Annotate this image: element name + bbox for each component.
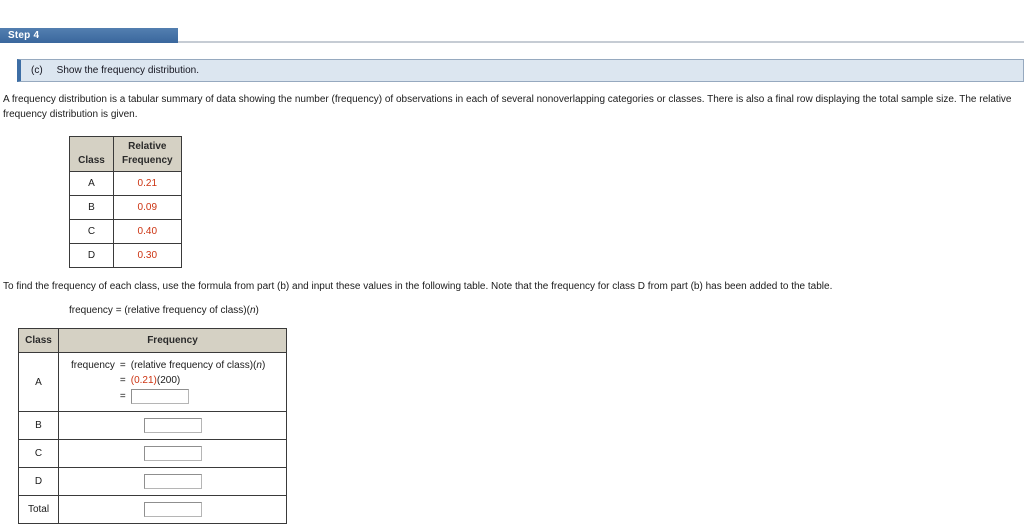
frequency-table: Class Frequency A frequency = (relative …	[18, 328, 287, 524]
freq-row-total: Total	[18, 495, 287, 524]
rf-class-a: A	[69, 171, 114, 196]
formula-lhs: frequency	[69, 305, 113, 316]
work-rhs-prefix: (relative frequency of class)(	[130, 360, 257, 371]
freq-header-class: Class	[18, 328, 59, 353]
work-equals-1: =	[119, 360, 126, 371]
freq-row-b: B	[18, 411, 287, 440]
rf-header-class: Class	[69, 136, 114, 172]
formula-rhs-suffix: )	[255, 305, 259, 316]
question-text: Show the frequency distribution.	[56, 65, 199, 76]
frequency-input-d[interactable]	[143, 474, 202, 489]
frequency-input-a[interactable]	[130, 389, 189, 404]
frequency-formula: frequency = (relative frequency of class…	[69, 304, 1024, 318]
freq-class-b: B	[18, 411, 59, 440]
work-rhs-suffix: )	[261, 360, 266, 371]
rf-class-c: C	[69, 219, 114, 244]
instruction-paragraph: To find the frequency of each class, use…	[3, 281, 833, 292]
frequency-input-b[interactable]	[143, 418, 202, 433]
formula-rhs: (relative frequency of class)(n)	[124, 305, 259, 316]
step-header: Step 4	[0, 28, 1024, 43]
work-equals-2: =	[119, 375, 126, 386]
work-lhs: frequency	[71, 360, 115, 371]
freq-work-grid: frequency = (relative frequency of class…	[71, 359, 282, 404]
work-rhs-1: (relative frequency of class)(n)	[131, 359, 266, 372]
freq-answer-cell-c	[58, 439, 287, 468]
work-red-factor: (0.21)	[130, 375, 157, 386]
freq-work-a: frequency = (relative frequency of class…	[58, 352, 287, 412]
rf-row-b: B 0.09	[69, 195, 182, 220]
freq-row-d: D	[18, 467, 287, 496]
frequency-input-c[interactable]	[143, 446, 202, 461]
rf-row-d: D 0.30	[69, 243, 182, 268]
rf-class-d: D	[69, 243, 114, 268]
rf-row-c: C 0.40	[69, 219, 182, 244]
rf-value-a: 0.21	[113, 171, 182, 196]
formula-equals: =	[115, 305, 122, 316]
work-equals-3: =	[119, 391, 126, 402]
question-part-label: (c)	[31, 65, 43, 76]
step-label: Step 4	[0, 28, 178, 43]
rf-value-c: 0.40	[113, 219, 182, 244]
freq-answer-cell-total	[58, 495, 287, 524]
freq-header-row: Class Frequency	[18, 328, 287, 353]
freq-class-d: D	[18, 467, 59, 496]
work-black-factor: (200)	[156, 375, 181, 386]
freq-row-c: C	[18, 439, 287, 468]
freq-header-frequency: Frequency	[58, 328, 287, 353]
intro-paragraph: A frequency distribution is a tabular su…	[3, 94, 1012, 120]
work-rhs-3	[130, 389, 266, 404]
freq-row-a: A frequency = (relative frequency of cla…	[18, 352, 287, 412]
work-rhs-2: (0.21)(200)	[131, 374, 266, 387]
freq-class-total: Total	[18, 495, 59, 524]
question-callout: (c) Show the frequency distribution.	[17, 59, 1024, 82]
rf-row-a: A 0.21	[69, 171, 182, 196]
freq-class-a: A	[18, 352, 59, 412]
frequency-input-total[interactable]	[143, 502, 202, 517]
rf-value-d: 0.30	[113, 243, 182, 268]
freq-answer-cell-b	[58, 411, 287, 440]
freq-answer-cell-d	[58, 467, 287, 496]
rf-header-row: Class Relative Frequency	[69, 136, 182, 172]
freq-class-c: C	[18, 439, 59, 468]
relative-frequency-table: Class Relative Frequency A 0.21 B 0.09 C…	[69, 136, 182, 268]
rf-header-relative-frequency: Relative Frequency	[113, 136, 182, 172]
rf-class-b: B	[69, 195, 114, 220]
formula-rhs-prefix: (relative frequency of class)(	[124, 305, 250, 316]
rf-value-b: 0.09	[113, 195, 182, 220]
